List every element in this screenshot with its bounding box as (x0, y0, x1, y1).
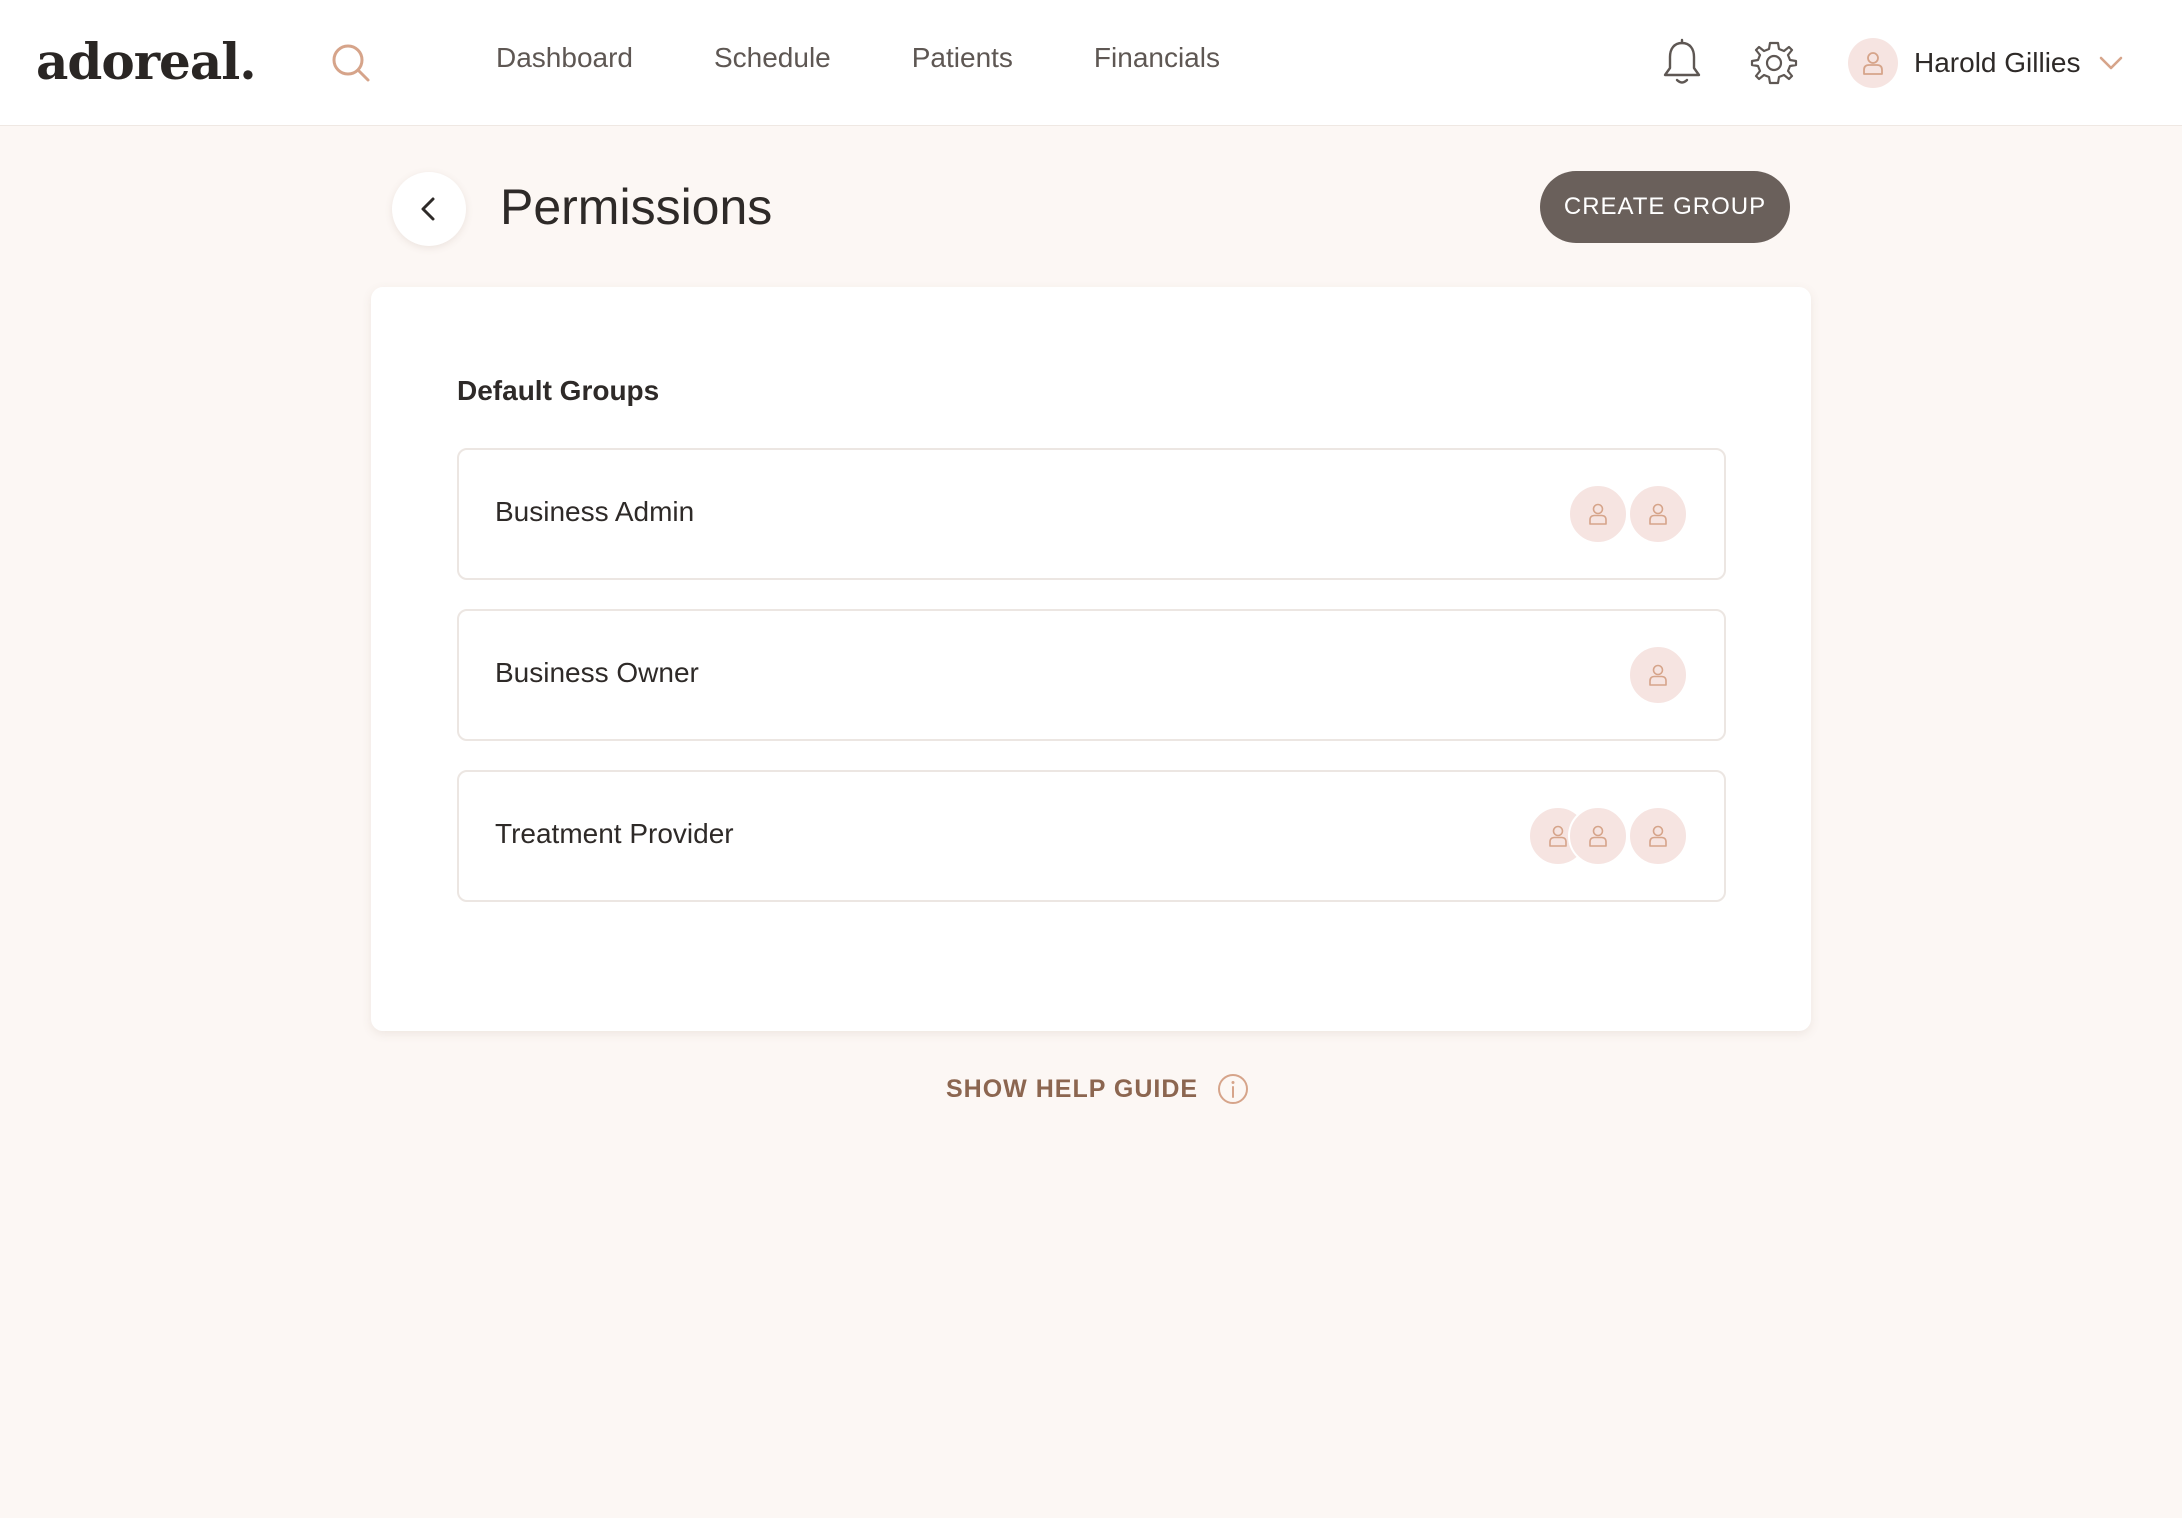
gear-icon[interactable] (1750, 39, 1798, 87)
group-list: Business Admin Business Owner Treatment … (457, 448, 1726, 931)
chevron-down-icon (2099, 56, 2122, 70)
help-guide-label: SHOW HELP GUIDE (946, 1074, 1199, 1103)
chevron-left-icon (421, 197, 435, 221)
member-avatars (1568, 484, 1688, 544)
user-name: Harold Gillies (1914, 47, 2081, 78)
top-navigation-bar: adoreal. Dashboard Schedule Patients Fin… (0, 0, 2182, 126)
member-avatars (1628, 645, 1688, 705)
show-help-guide-button[interactable]: SHOW HELP GUIDE (946, 1069, 1250, 1109)
page-header: Permissions CREATE GROUP (392, 170, 1790, 246)
user-icon (1848, 38, 1898, 88)
app-logo[interactable]: adoreal. (36, 32, 257, 91)
create-group-button[interactable]: CREATE GROUP (1540, 171, 1790, 243)
user-icon (1628, 645, 1688, 705)
section-title: Default Groups (457, 375, 660, 406)
group-name: Treatment Provider (495, 818, 734, 849)
group-name: Business Admin (495, 496, 695, 527)
back-button[interactable] (392, 172, 466, 246)
group-row-business-owner[interactable]: Business Owner (457, 609, 1726, 741)
main-nav: Dashboard Schedule Patients Financials (496, 42, 1220, 74)
nav-item-dashboard[interactable]: Dashboard (496, 42, 633, 74)
group-row-business-admin[interactable]: Business Admin (457, 448, 1726, 580)
info-icon (1218, 1074, 1249, 1104)
page-title: Permissions (500, 179, 773, 235)
member-avatars (1528, 806, 1688, 866)
group-row-treatment-provider[interactable]: Treatment Provider (457, 770, 1726, 902)
user-icon (1568, 484, 1628, 544)
user-icon (1628, 484, 1688, 544)
user-icon (1628, 806, 1688, 866)
user-menu[interactable]: Harold Gillies (1848, 38, 2125, 88)
nav-item-patients[interactable]: Patients (912, 42, 1013, 74)
nav-item-schedule[interactable]: Schedule (714, 42, 831, 74)
user-icon (1568, 806, 1628, 866)
search-icon[interactable] (328, 40, 374, 86)
bell-icon[interactable] (1660, 38, 1704, 88)
groups-card: Default Groups Business Admin Business O… (371, 287, 1811, 1031)
nav-item-financials[interactable]: Financials (1094, 42, 1220, 74)
group-name: Business Owner (495, 657, 699, 688)
